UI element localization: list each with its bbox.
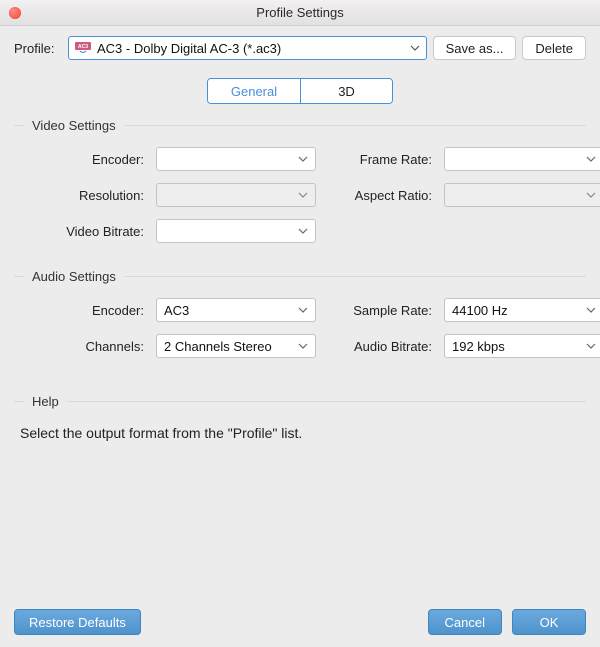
audio-settings-group: Audio Settings Encoder: AC3 Sample Rate:… [14,269,586,358]
audio-bitrate-dropdown[interactable]: 192 kbps [444,334,600,358]
video-encoder-label: Encoder: [24,152,146,167]
ac3-format-icon: AC3 [75,41,91,55]
tab-general[interactable]: General [208,79,300,103]
close-window-icon[interactable] [9,7,21,19]
help-text: Select the output format from the "Profi… [14,423,586,447]
aspect-ratio-label: Aspect Ratio: [326,188,434,203]
chevron-down-icon [586,192,596,198]
sample-rate-label: Sample Rate: [326,303,434,318]
save-as-button[interactable]: Save as... [433,36,517,60]
ok-button[interactable]: OK [512,609,586,635]
save-as-label: Save as... [446,41,504,56]
video-bitrate-dropdown[interactable] [156,219,316,243]
dialog-footer: Restore Defaults Cancel OK [0,597,600,647]
video-bitrate-label: Video Bitrate: [24,224,146,239]
resolution-dropdown[interactable] [156,183,316,207]
frame-rate-label: Frame Rate: [326,152,434,167]
audio-bitrate-label: Audio Bitrate: [326,339,434,354]
chevron-down-icon [586,156,596,162]
frame-rate-dropdown[interactable] [444,147,600,171]
chevron-down-icon [298,156,308,162]
restore-defaults-button[interactable]: Restore Defaults [14,609,141,635]
delete-button[interactable]: Delete [522,36,586,60]
video-encoder-dropdown[interactable] [156,147,316,171]
help-group: Help Select the output format from the "… [14,394,586,447]
aspect-ratio-dropdown[interactable] [444,183,600,207]
chevron-down-icon [410,45,420,51]
tab-general-label: General [231,84,277,99]
profile-dropdown[interactable]: AC3 AC3 - Dolby Digital AC-3 (*.ac3) [68,36,427,60]
delete-label: Delete [535,41,573,56]
chevron-down-icon [298,343,308,349]
ok-label: OK [540,615,559,630]
chevron-down-icon [298,192,308,198]
tab-bar: General 3D [14,78,586,104]
profile-value: AC3 - Dolby Digital AC-3 (*.ac3) [97,41,410,56]
restore-defaults-label: Restore Defaults [29,615,126,630]
help-title: Help [32,394,67,409]
chevron-down-icon [586,343,596,349]
channels-dropdown[interactable]: 2 Channels Stereo [156,334,316,358]
tab-3d[interactable]: 3D [300,79,392,103]
audio-settings-title: Audio Settings [32,269,124,284]
chevron-down-icon [298,228,308,234]
window-title: Profile Settings [256,5,343,20]
profile-row: Profile: AC3 AC3 - Dolby Digital AC-3 (*… [14,36,586,60]
video-settings-title: Video Settings [32,118,124,133]
video-settings-group: Video Settings Encoder: Frame Rate: Reso… [14,118,586,243]
audio-bitrate-value: 192 kbps [452,339,582,354]
svg-text:AC3: AC3 [78,44,88,50]
audio-encoder-value: AC3 [164,303,294,318]
resolution-label: Resolution: [24,188,146,203]
sample-rate-value: 44100 Hz [452,303,582,318]
tab-3d-label: 3D [338,84,355,99]
cancel-label: Cancel [445,615,485,630]
sample-rate-dropdown[interactable]: 44100 Hz [444,298,600,322]
channels-value: 2 Channels Stereo [164,339,294,354]
chevron-down-icon [298,307,308,313]
cancel-button[interactable]: Cancel [428,609,502,635]
audio-encoder-dropdown[interactable]: AC3 [156,298,316,322]
chevron-down-icon [586,307,596,313]
audio-encoder-label: Encoder: [24,303,146,318]
titlebar: Profile Settings [0,0,600,26]
channels-label: Channels: [24,339,146,354]
profile-label: Profile: [14,41,62,56]
